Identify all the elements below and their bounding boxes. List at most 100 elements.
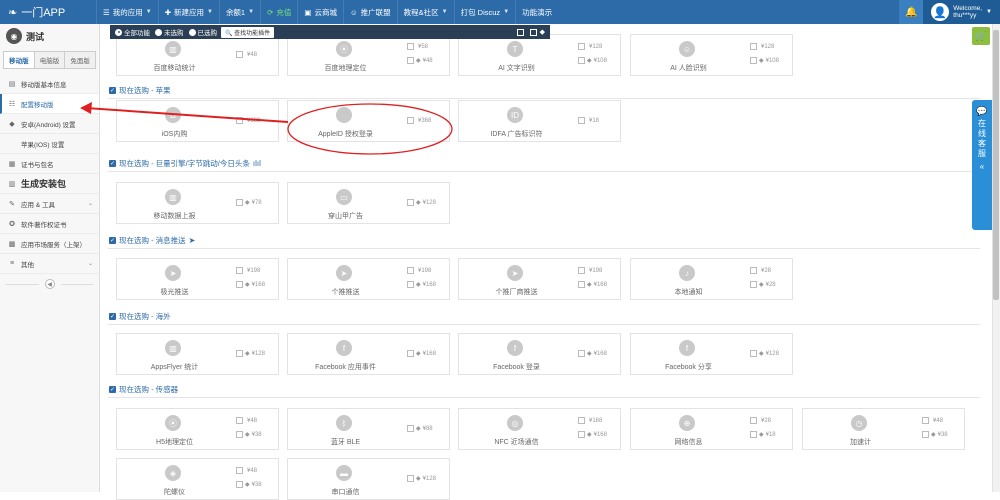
plugin-card[interactable]: ◷ 加速计 ¥48 ◆ ¥38 <box>802 408 965 450</box>
price-option[interactable]: ◆ ¥88 <box>407 425 433 432</box>
price-checkbox[interactable] <box>236 199 243 206</box>
price-option[interactable]: ¥198 <box>407 267 431 274</box>
price-checkbox[interactable] <box>407 117 414 124</box>
price-checkbox[interactable] <box>236 51 243 58</box>
price-checkbox[interactable] <box>407 475 414 482</box>
sidebar-item-9[interactable]: ≡ 其他 ⌄ <box>0 254 99 274</box>
sidebar-item-4[interactable]: ▦ 证书与包名 <box>0 154 99 174</box>
price-option[interactable]: ¥198 <box>578 267 602 274</box>
price-checkbox[interactable] <box>578 281 585 288</box>
plugin-card[interactable]: T AI 文字识别 ¥128 ◆ ¥108 <box>458 34 621 76</box>
user-menu[interactable]: 👤 Welcome, thu***yy ▼ <box>923 0 1000 24</box>
price-checkbox[interactable] <box>236 350 243 357</box>
price-option[interactable]: ¥168 <box>578 417 602 424</box>
price-option[interactable]: ¥48 <box>236 467 257 474</box>
price-option[interactable]: ◆ ¥128 <box>407 199 436 206</box>
section-checkbox[interactable]: ✓ <box>109 386 116 393</box>
plugin-card[interactable]: ◘ iOS内购 ¥688 <box>116 100 279 142</box>
price-checkbox[interactable] <box>407 43 414 50</box>
plugin-card[interactable]: ➤ 极光推送 ¥198 ◆ ¥168 <box>116 258 279 300</box>
sidebar-item-5[interactable]: ▥ 生成安装包 <box>0 174 99 194</box>
plugin-card[interactable]: ▥ 百度移动统计 ¥48 <box>116 34 279 76</box>
price-option[interactable]: ¥128 <box>750 43 774 50</box>
price-option[interactable]: ◆ ¥168 <box>407 350 436 357</box>
price-option[interactable]: ¥28 <box>750 417 771 424</box>
sidebar-item-0[interactable]: ▤ 移动版基本信息 <box>0 74 99 94</box>
price-checkbox[interactable] <box>407 425 414 432</box>
filter-radio-1[interactable]: 未选购 <box>155 27 184 37</box>
price-checkbox[interactable] <box>236 467 243 474</box>
price-option[interactable]: ¥688 <box>236 117 260 124</box>
price-option[interactable]: ¥48 <box>922 417 943 424</box>
price-option[interactable]: ¥368 <box>407 117 431 124</box>
sidebar-tab-0[interactable]: 移动版 <box>4 52 35 68</box>
topnav-item-8[interactable]: 功能演示 <box>515 0 558 24</box>
plugin-card[interactable]: ▭ 穿山甲广告 ◆ ¥128 <box>287 182 450 224</box>
plugin-card[interactable]: ☺ AI 人脸识别 ¥128 ◆ ¥108 <box>630 34 793 76</box>
sidebar-tab-1[interactable]: 电脑版 <box>34 52 66 68</box>
price-option[interactable]: ◆ ¥168 <box>407 281 436 288</box>
sidebar-item-1[interactable]: ☷ 配置移动版 <box>0 94 99 114</box>
price-checkbox[interactable] <box>407 267 414 274</box>
section-checkbox[interactable]: ✓ <box>109 87 116 94</box>
price-checkbox[interactable] <box>578 431 585 438</box>
topnav-item-4[interactable]: ▣ 云商城 <box>297 0 343 24</box>
plugin-card[interactable]: ▥ 移动数据上报 ◆ ¥78 <box>116 182 279 224</box>
price-checkbox[interactable] <box>236 117 243 124</box>
topnav-item-3[interactable]: ⟳ 充值 <box>260 0 297 24</box>
price-option[interactable]: ◆ ¥38 <box>236 431 262 438</box>
plugin-card[interactable]: ▥ AppsFlyer 统计 ◆ ¥128 <box>116 333 279 375</box>
price-checkbox[interactable] <box>922 417 929 424</box>
price-checkbox[interactable] <box>236 481 243 488</box>
price-checkbox[interactable] <box>750 350 757 357</box>
price-checkbox[interactable] <box>750 417 757 424</box>
plugin-card[interactable]: ⦿ H5地理定位 ¥48 ◆ ¥38 <box>116 408 279 450</box>
price-checkbox[interactable] <box>236 431 243 438</box>
plugin-card[interactable]: ◎ NFC 近场通信 ¥168 ◆ ¥168 <box>458 408 621 450</box>
price-checkbox[interactable] <box>407 199 414 206</box>
price-checkbox[interactable] <box>578 267 585 274</box>
plugin-card[interactable]: AppleID 授权登录 ¥368 <box>287 100 450 142</box>
topnav-item-6[interactable]: 教程&社区 ▼ <box>396 0 454 24</box>
price-option[interactable]: ◆ ¥108 <box>578 57 607 64</box>
filter-radio-0[interactable]: 全部功能 <box>115 27 150 37</box>
price-option[interactable]: ¥58 <box>407 43 428 50</box>
plugin-card[interactable]: f Facebook 应用事件 ◆ ¥168 <box>287 333 450 375</box>
price-option[interactable]: ¥198 <box>236 267 260 274</box>
plugin-card[interactable]: f Facebook 登录 ◆ ¥168 <box>458 333 621 375</box>
price-option[interactable]: ◆ ¥28 <box>750 281 776 288</box>
plugin-card[interactable]: ➤ 个推厂商推送 ¥198 ◆ ¥168 <box>458 258 621 300</box>
price-checkbox[interactable] <box>578 350 585 357</box>
plugin-card[interactable]: ♪ 本地通知 ¥28 ◆ ¥28 <box>630 258 793 300</box>
price-option[interactable]: ◆ ¥128 <box>236 350 265 357</box>
price-option[interactable]: ¥18 <box>578 117 599 124</box>
price-checkbox[interactable] <box>578 57 585 64</box>
price-option[interactable]: ◆ ¥128 <box>407 475 436 482</box>
scrollbar-thumb[interactable] <box>993 30 999 300</box>
price-option[interactable]: ◆ ¥78 <box>236 199 262 206</box>
price-checkbox[interactable] <box>236 417 243 424</box>
price-option[interactable]: ◆ ¥128 <box>750 350 779 357</box>
plugin-card[interactable]: ᛒ 蓝牙 BLE ◆ ¥88 <box>287 408 450 450</box>
price-option[interactable]: ◆ ¥18 <box>750 431 776 438</box>
price-option[interactable]: ◆ ¥108 <box>750 57 779 64</box>
price-checkbox[interactable] <box>750 43 757 50</box>
plugin-card[interactable]: f Facebook 分享 ◆ ¥128 <box>630 333 793 375</box>
sidebar-item-2[interactable]: ◆ 安卓(Android) 设置 <box>0 114 99 134</box>
price-checkbox[interactable] <box>578 117 585 124</box>
price-checkbox[interactable] <box>750 431 757 438</box>
sidebar-item-7[interactable]: ✪ 软件著作权证书 <box>0 214 99 234</box>
plugin-card[interactable]: ⊕ 网络信息 ¥28 ◆ ¥18 <box>630 408 793 450</box>
price-option[interactable]: ¥128 <box>578 43 602 50</box>
price-checkbox[interactable] <box>407 350 414 357</box>
platform-checkbox[interactable] <box>529 28 537 36</box>
filter-radio-2[interactable]: 已选购 <box>188 27 217 37</box>
collapse-chevron-icon[interactable]: ◀ <box>44 279 55 289</box>
notification-bell-icon[interactable]: 🔔 <box>899 0 924 24</box>
topnav-item-0[interactable]: ☰ 我的应用 ▼ <box>96 0 158 24</box>
plugin-card[interactable]: ⦿ 百度地理定位 ¥58 ◆ ¥48 <box>287 34 450 76</box>
online-support-button[interactable]: 💬 在线客服 « <box>972 100 992 230</box>
price-option[interactable]: ◆ ¥38 <box>236 481 262 488</box>
topnav-item-2[interactable]: 余额1 ▼ <box>218 0 260 24</box>
price-option[interactable]: ◆ ¥168 <box>578 281 607 288</box>
